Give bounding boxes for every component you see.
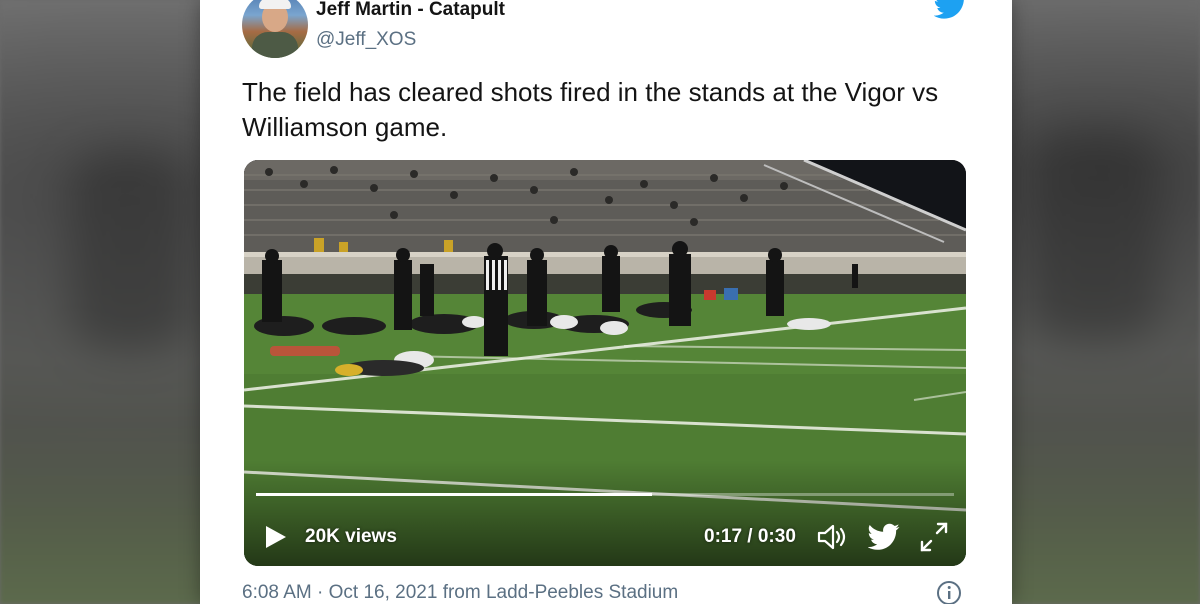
tweet-location[interactable]: Ladd-Peebles Stadium	[486, 582, 678, 603]
video-progress-bar[interactable]	[256, 493, 954, 496]
info-icon[interactable]	[936, 580, 962, 604]
twitter-bird-icon[interactable]	[934, 0, 968, 20]
avatar[interactable]	[242, 0, 308, 58]
video-player[interactable]: 20K views 0:17 / 0:30	[244, 160, 966, 566]
video-frame	[244, 160, 966, 566]
play-icon[interactable]	[262, 524, 288, 550]
video-view-count: 20K views	[305, 526, 397, 547]
tweet-text: The field has cleared shots fired in the…	[242, 77, 939, 142]
tweet-time[interactable]: 6:08 AM	[242, 582, 312, 603]
avatar-body-shape	[252, 32, 298, 58]
video-timecode: 0:17 / 0:30	[704, 526, 796, 547]
tweet-date[interactable]: Oct 16, 2021	[329, 582, 438, 603]
tweet-metadata: 6:08 AM · Oct 16, 2021 from Ladd-Peebles…	[242, 582, 678, 604]
meta-separator: ·	[317, 582, 324, 603]
volume-icon[interactable]	[816, 522, 848, 552]
background-blur-shape	[70, 150, 190, 350]
meta-from-label: from	[442, 582, 481, 603]
expand-icon[interactable]	[918, 522, 950, 552]
author-handle[interactable]: @Jeff_XOS	[316, 29, 416, 51]
author-display-name[interactable]: Jeff Martin - Catapult	[316, 0, 505, 21]
twitter-bird-icon[interactable]	[868, 522, 900, 552]
tweet-card: Jeff Martin - Catapult @Jeff_XOS The fie…	[200, 0, 1012, 604]
video-progress-fill	[256, 493, 652, 496]
avatar-cap-shape	[259, 0, 291, 9]
background-blur-shape	[1030, 130, 1160, 340]
